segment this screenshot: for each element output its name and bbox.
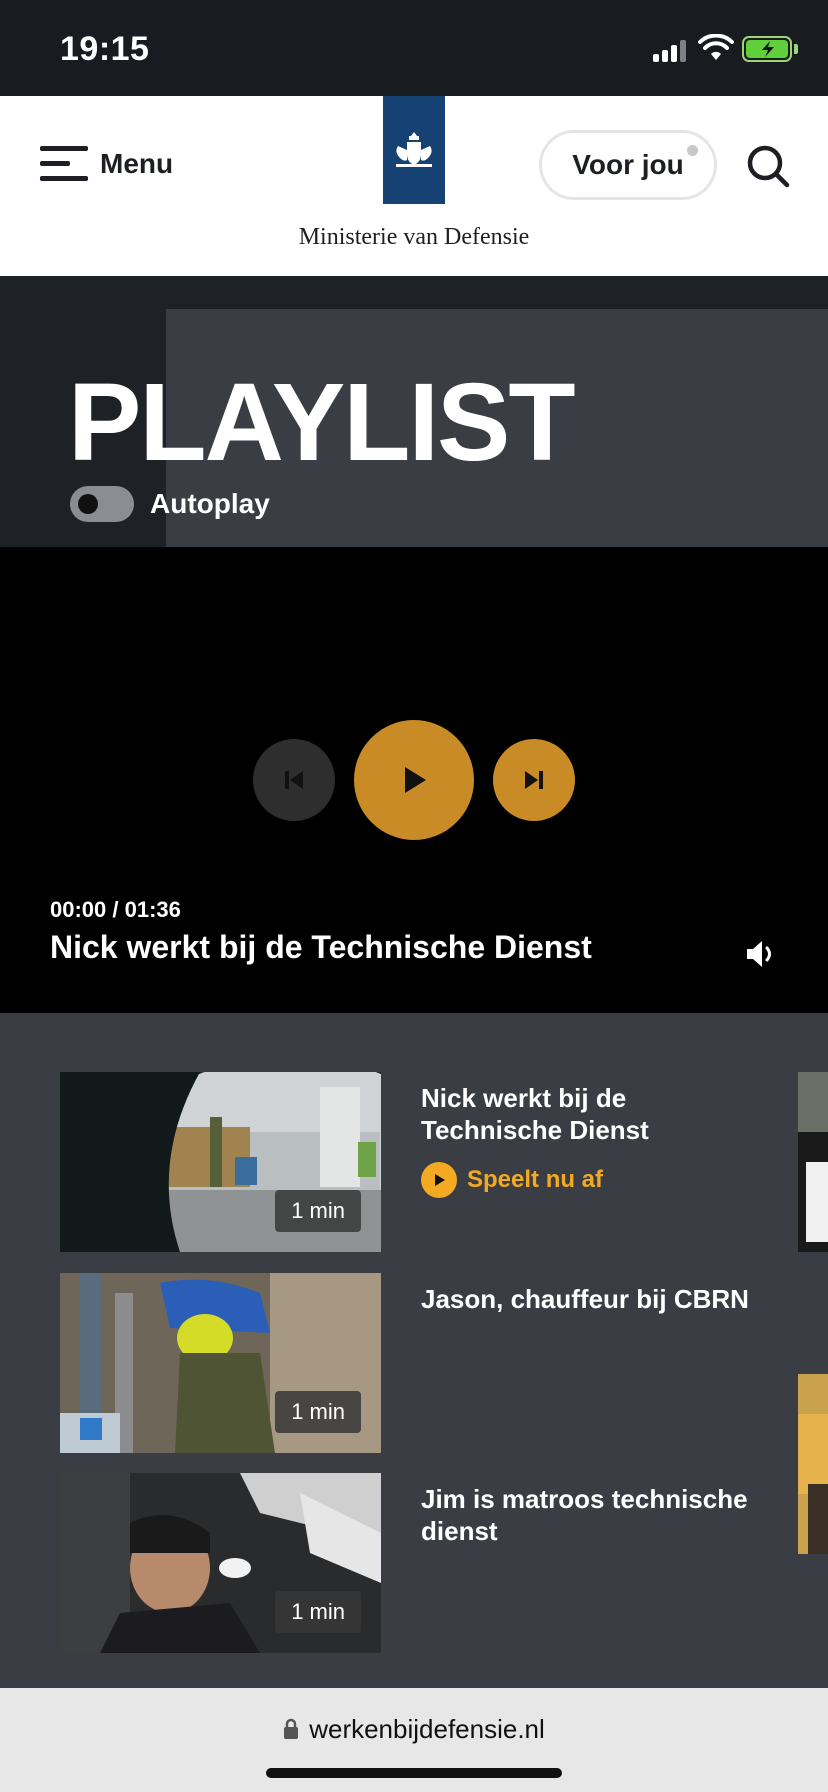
org-name: Ministerie van Defensie — [298, 224, 530, 250]
skip-next-icon — [525, 771, 543, 789]
video-player[interactable]: 00:00 / 01:36 Nick werkt bij de Technisc… — [0, 547, 828, 1013]
skip-previous-icon — [285, 771, 303, 789]
video-title: Nick werkt bij de Technische Dienst — [50, 929, 592, 965]
time-readout: 00:00 / 01:36 — [50, 897, 181, 922]
battery-icon — [742, 36, 792, 62]
autoplay-toggle[interactable]: Autoplay — [70, 486, 270, 522]
next-playlist-card-peek[interactable] — [798, 1374, 828, 1554]
status-time: 19:15 — [60, 30, 150, 68]
menu-button[interactable]: Menu — [40, 146, 173, 182]
status-bar: 19:15 — [0, 0, 828, 96]
now-playing-indicator: Speelt nu af — [421, 1162, 603, 1198]
voor-jou-label: Voor jou — [572, 149, 684, 180]
browser-url-bar[interactable]: werkenbijdefensie.nl — [0, 1688, 828, 1792]
duration-badge: 1 min — [275, 1591, 361, 1633]
cellular-signal-icon — [653, 38, 687, 62]
duration-badge: 1 min — [275, 1190, 361, 1232]
search-icon[interactable] — [744, 142, 792, 190]
video-thumbnail[interactable]: 1 min — [60, 1072, 381, 1252]
list-item[interactable]: 1 min Nick werkt bij de Technische Diens… — [60, 1072, 760, 1252]
item-title: Jim is matroos technische dienst — [421, 1484, 748, 1546]
play-icon — [405, 767, 426, 793]
video-thumbnail[interactable]: 1 min — [60, 1473, 381, 1653]
list-item[interactable]: 1 min Jim is matroos technische dienst — [60, 1473, 760, 1653]
toggle-switch[interactable] — [70, 486, 134, 522]
video-thumbnail[interactable]: 1 min — [60, 1273, 381, 1453]
previous-button[interactable] — [253, 739, 335, 821]
duration-badge: 1 min — [275, 1391, 361, 1433]
notification-dot — [687, 145, 698, 156]
item-title: Jason, chauffeur bij CBRN — [421, 1284, 749, 1314]
voor-jou-button[interactable]: Voor jou — [539, 130, 717, 200]
play-button[interactable] — [354, 720, 474, 840]
next-button[interactable] — [493, 739, 575, 821]
autoplay-label: Autoplay — [150, 488, 270, 519]
playlist-list: 1 min Nick werkt bij de Technische Diens… — [0, 1013, 828, 1688]
coat-of-arms-icon — [396, 132, 432, 167]
play-icon — [421, 1162, 457, 1198]
menu-label: Menu — [100, 148, 174, 179]
list-item[interactable]: 1 min Jason, chauffeur bij CBRN — [60, 1273, 760, 1453]
site-header: Menu Ministerie van Defensie Voor jou — [0, 96, 828, 276]
playlist-hero: PLAYLIST Autoplay — [0, 276, 828, 547]
volume-icon[interactable] — [744, 937, 778, 971]
next-playlist-card-peek[interactable] — [798, 1072, 828, 1252]
hamburger-icon — [40, 146, 88, 182]
url-domain: werkenbijdefensie.nl — [309, 1714, 545, 1744]
page-title: PLAYLIST — [68, 361, 576, 484]
wifi-icon — [698, 34, 734, 60]
now-playing-label: Speelt nu af — [467, 1166, 604, 1193]
home-indicator[interactable] — [266, 1768, 562, 1778]
lock-icon — [284, 1718, 299, 1739]
item-title: Nick werkt bij de Technische Dienst — [421, 1083, 649, 1145]
rijksoverheid-logo[interactable] — [383, 96, 445, 204]
